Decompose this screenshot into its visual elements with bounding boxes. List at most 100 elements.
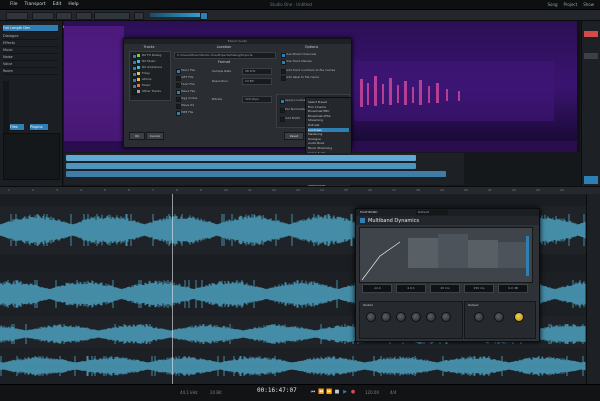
mini-waveform-panel[interactable] [464, 153, 580, 185]
ruler-tick: 11 [248, 188, 252, 192]
option-label: Use Mixed Channels [286, 52, 317, 56]
browser-tab-files[interactable]: Files [10, 124, 24, 131]
browser-row[interactable]: Noise [3, 54, 58, 61]
clip-region[interactable] [66, 171, 446, 177]
clip-region[interactable] [66, 163, 416, 169]
clip-region[interactable] [66, 155, 416, 161]
browser-panel: Full Length Dev Dialogue Effects Music N… [0, 21, 63, 186]
format-section-title: Format [217, 60, 231, 64]
view-project[interactable]: Project [564, 0, 578, 9]
browser-row[interactable]: Room [3, 68, 58, 75]
option-label: Add label to file name [286, 75, 319, 79]
right-side-panel [581, 21, 600, 186]
ok-button[interactable]: OK [129, 132, 145, 140]
back-icon[interactable]: ⏪ [318, 389, 324, 395]
format-label: Mono File [181, 68, 196, 72]
clip-overview [64, 153, 580, 185]
menu-transport[interactable]: Transport [25, 0, 46, 9]
ruler-tick: 2 [32, 188, 34, 192]
main-button[interactable]: Main [6, 12, 28, 29]
knee-knob[interactable] [426, 312, 436, 322]
ruler-tick: 13 [296, 188, 300, 192]
ruler-tick: 19 [440, 188, 444, 192]
browser-scroll-area[interactable] [3, 81, 9, 141]
play-icon[interactable]: ▶ [342, 389, 348, 395]
ruler-tick: 9 [200, 188, 202, 192]
gain-knob[interactable] [366, 312, 376, 322]
edit-button[interactable]: Edit [56, 12, 72, 29]
browser-tab-plugins[interactable]: Plugins [30, 124, 48, 131]
track-name: RX Ambience [142, 65, 163, 69]
tool-button-2[interactable] [94, 12, 130, 20]
record-icon[interactable]: ● [350, 389, 356, 395]
output-knob-1[interactable] [474, 312, 484, 322]
location-path-field[interactable]: C:/Users/Music/Studio One/Projects/Dialo… [174, 52, 276, 59]
track-name: RX FX Dialog [142, 53, 162, 57]
reset-button[interactable]: Reset [284, 132, 304, 140]
band-readout[interactable]: 20 ms [430, 284, 460, 293]
browser-row[interactable]: Voice [3, 61, 58, 68]
window-title: Studio One - Untitled [270, 2, 312, 7]
ruler-tick: 16 [368, 188, 372, 192]
view-song[interactable]: Song [547, 0, 557, 9]
playhead-cursor[interactable] [172, 194, 173, 384]
track-color [137, 84, 140, 87]
bitrate-select[interactable]: 320 kbps [242, 96, 272, 103]
view-show[interactable]: Show [583, 0, 594, 9]
band-graph[interactable] [359, 227, 533, 283]
ruler-tick: 1 [8, 188, 10, 192]
tracks-section-title: Tracks [143, 45, 155, 49]
menubar: File Transport Edit Help Studio One - Un… [0, 0, 600, 10]
plugin-header-tag: MULTIBAND [360, 210, 378, 214]
rewind-icon[interactable]: ⏮ [310, 389, 316, 395]
menu-help[interactable]: Help [68, 0, 78, 9]
output-gain-knob[interactable] [514, 312, 524, 322]
band-readout[interactable]: -12.0 [362, 284, 392, 293]
resolution-select[interactable]: 24 Bit [242, 78, 272, 85]
stop-icon[interactable]: ■ [334, 389, 340, 395]
signature-info: 4/4 [390, 390, 397, 395]
track-color [137, 78, 140, 81]
tool-button-3[interactable] [134, 12, 144, 20]
track-name: Foley [142, 71, 150, 75]
release-knob[interactable] [411, 312, 421, 322]
browser-row[interactable]: Dialogue [3, 33, 58, 40]
band-readout[interactable]: 0.0 dB [498, 284, 528, 293]
track-scrollbar[interactable] [586, 194, 600, 384]
ruler-tick: 4 [80, 188, 82, 192]
mix-knob[interactable] [441, 312, 451, 322]
band-readout[interactable]: 150 ms [464, 284, 494, 293]
browser-row[interactable]: Effects [3, 40, 58, 47]
conform-label: Ear Normalize [285, 107, 307, 111]
band-readout[interactable]: 4.0:1 [396, 284, 426, 293]
browser-row[interactable]: Music [3, 47, 58, 54]
attack-knob[interactable] [396, 312, 406, 322]
ruler-tick: 24 [560, 188, 564, 192]
tool-button-1[interactable] [76, 12, 92, 20]
forward-icon[interactable]: ⏩ [326, 389, 332, 395]
ratio-knob[interactable] [381, 312, 391, 322]
ruler-tick: 3 [56, 188, 58, 192]
menu-file[interactable]: File [10, 0, 18, 9]
timecode-display: 00:16:47:07 [257, 387, 297, 394]
browser-preview [3, 133, 60, 180]
ruler-tick: 5 [104, 188, 106, 192]
option-label: Add track numbers to file names [286, 68, 336, 72]
plugin-logo-icon [360, 218, 365, 223]
panel-button[interactable] [584, 53, 598, 59]
plugin-name: Multiband Dynamics [368, 218, 420, 224]
bitrate-label: Bitrate [212, 97, 223, 101]
tempo-info: 120.00 [365, 390, 379, 395]
cancel-button[interactable]: Cancel [146, 132, 164, 140]
browser-row[interactable]: Full Length Dev [3, 25, 58, 32]
preset-select[interactable]: Default [416, 210, 448, 215]
browse-button[interactable]: Browse [32, 12, 54, 29]
panel-tab[interactable] [584, 176, 598, 184]
sample-rate-select[interactable]: 48 kHz [242, 68, 272, 75]
menu-edit[interactable]: Edit [53, 0, 62, 9]
frequency-scale [577, 21, 580, 152]
output-knob-2[interactable] [494, 312, 504, 322]
record-arm-button[interactable] [200, 12, 208, 20]
ruler-tick: 7 [152, 188, 154, 192]
sample-rate-label: Sample Rate [212, 69, 232, 73]
